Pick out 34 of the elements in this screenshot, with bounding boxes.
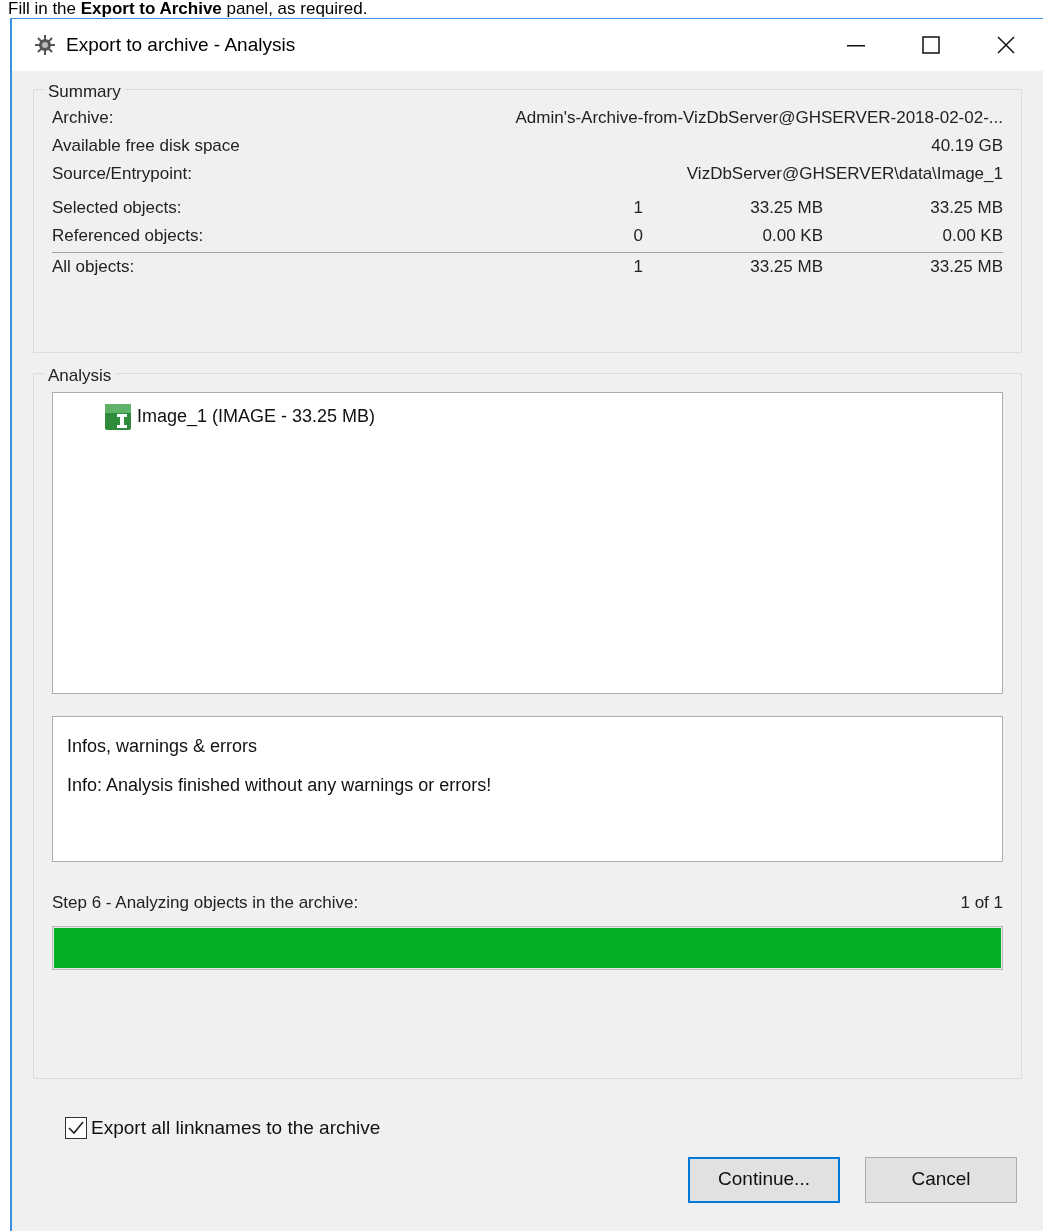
- field-label: Archive:: [52, 107, 114, 130]
- maximize-icon[interactable]: [919, 34, 942, 56]
- row-label: All objects:: [52, 255, 136, 278]
- dialog-button[interactable]: Continue...: [688, 1156, 840, 1203]
- dialog-button[interactable]: Cancel: [865, 1156, 1017, 1203]
- close-icon[interactable]: [994, 34, 1017, 56]
- tree-item[interactable]: Image_1 (IMAGE - 33.25 MB): [137, 403, 376, 430]
- field-value: VizDbServer@GHSERVER\data\Image_1: [686, 163, 1003, 186]
- object-size: 33.25 MB: [749, 197, 823, 220]
- gear-icon: [34, 34, 56, 56]
- step-label: Step 6 - Analyzing objects in the archive:: [52, 892, 359, 914]
- object-size: 33.25 MB: [749, 255, 823, 278]
- row-label: Selected objects:: [52, 197, 183, 220]
- object-count: 0: [632, 225, 643, 248]
- object-count: 1: [632, 197, 643, 220]
- object-count: 1: [632, 255, 643, 278]
- object-size: 0.00 KB: [761, 225, 823, 248]
- total-size: 33.25 MB: [929, 255, 1003, 278]
- field-label: Available free disk space: [52, 135, 240, 158]
- image-file-icon: [105, 403, 131, 430]
- field-value: Admin's-Archive-from-VizDbServer@GHSERVER-2018-02-02-...: [515, 107, 1003, 130]
- total-size: 33.25 MB: [929, 197, 1003, 220]
- row-label: Referenced objects:: [52, 225, 205, 248]
- message-text: Infos, warnings & errors: [67, 735, 259, 758]
- instruction-text: Fill in the Export to Archive panel, as required.: [7, 0, 369, 18]
- step-count: 1 of 1: [960, 892, 1003, 914]
- checkbox[interactable]: [65, 1117, 87, 1140]
- field-label: Source/Entrypoint:: [52, 163, 192, 186]
- field-value: 40.19 GB: [931, 135, 1003, 158]
- total-size: 0.00 KB: [941, 225, 1003, 248]
- checkmark-icon: [68, 1121, 84, 1136]
- window-title: Export to archive - Analysis: [66, 32, 296, 57]
- message-text: Info: Analysis finished without any warnings or errors!: [67, 774, 493, 797]
- checkbox-label: Export all linknames to the archive: [91, 1116, 381, 1140]
